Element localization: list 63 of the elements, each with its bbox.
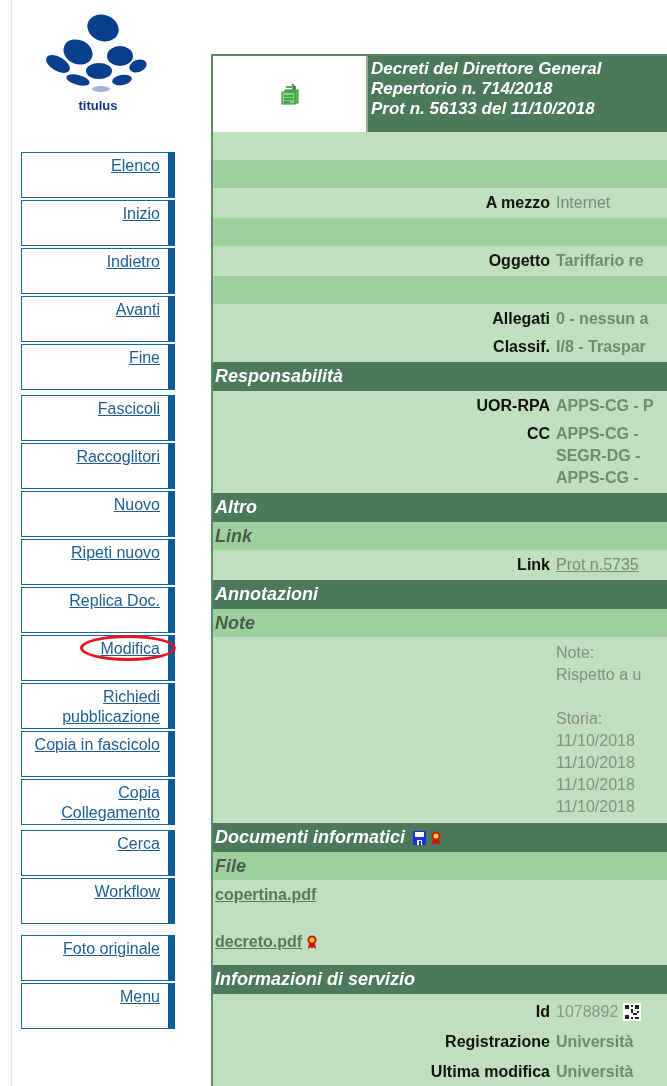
subsection-title: Note — [213, 609, 667, 637]
menu-link[interactable]: Replica Doc. — [21, 587, 175, 633]
menu-link[interactable]: Nuovo — [21, 491, 175, 537]
section-title: Responsabilità — [215, 365, 344, 388]
document-icon — [279, 83, 300, 105]
note-line: 11/10/2018 — [556, 731, 636, 751]
menu-link[interactable]: Modifica — [21, 635, 175, 681]
field-value: 0 - nessun a — [556, 309, 649, 329]
field-label: Oggetto — [487, 251, 550, 271]
field-label: Id — [534, 1002, 550, 1022]
menu-link[interactable]: Foto originale — [21, 935, 175, 981]
menu-link[interactable]: Menu — [21, 983, 175, 1029]
subsection-title: File — [213, 852, 667, 880]
field-label: Ultima modifica — [429, 1062, 550, 1082]
field-label: Allegati — [491, 309, 550, 329]
menu-link[interactable]: Workflow — [21, 878, 175, 924]
field-label: Registrazione — [444, 1032, 550, 1052]
section-title: Informazioni di servizio — [215, 968, 416, 991]
menu-link[interactable]: Inizio — [21, 200, 175, 246]
save-icon[interactable] — [413, 830, 427, 845]
subsection-title: Link — [213, 522, 667, 550]
menu-link[interactable]: Elenco — [21, 152, 175, 198]
menu-link[interactable]: Ripeti nuovo — [21, 539, 175, 585]
note-line: 11/10/2018 — [556, 753, 636, 773]
field-value: Università — [555, 1032, 634, 1052]
field-value: I/8 - Traspar — [556, 337, 646, 357]
field-value: SEGR-DG - — [556, 446, 641, 466]
menu-link[interactable]: Fine — [21, 344, 175, 390]
field-value: APPS-CG - — [556, 424, 640, 444]
menu-link[interactable]: Copia Collegamento — [21, 779, 175, 825]
record-title-line: Decreti del Direttore General — [371, 59, 602, 79]
record-title-line: Prot n. 56133 del 11/10/2018 — [371, 99, 596, 119]
field-label: Link — [516, 555, 550, 575]
logo-text: titulus — [78, 98, 118, 113]
field-value: Università — [555, 1062, 634, 1082]
note-line: 11/10/2018 — [556, 775, 636, 795]
section-title: Documenti informatici — [215, 826, 406, 849]
menu-link[interactable]: Indietro — [21, 248, 175, 294]
note-line: Note: — [556, 643, 596, 663]
record-title-line: Repertorio n. 714/2018 — [371, 79, 554, 99]
field-label: UOR-RPA — [475, 396, 550, 416]
file-link[interactable]: copertina.pdf — [215, 884, 317, 906]
menu-link[interactable]: Fascicoli — [21, 395, 175, 441]
menu-link[interactable]: Raccoglitori — [21, 443, 175, 489]
note-line: Storia: — [556, 709, 604, 729]
section-title: Annotazioni — [215, 583, 318, 606]
note-line: Rispetto a u — [556, 665, 643, 685]
field-value: Tariffario re — [556, 251, 644, 271]
field-value: APPS-CG - P — [556, 396, 654, 416]
section-title: Altro — [215, 496, 257, 519]
field-value: Internet — [556, 193, 611, 213]
field-value: 1078892 — [555, 1002, 619, 1022]
menu-link[interactable]: Copia in fascicolo — [21, 731, 175, 777]
field-label: CC — [525, 424, 550, 444]
field-label: Classif. — [492, 337, 550, 357]
note-line: 11/10/2018 — [556, 797, 636, 817]
file-link[interactable]: decreto.pdf — [215, 931, 303, 953]
field-label: A mezzo — [484, 193, 550, 213]
menu-link[interactable]: Cerca — [21, 830, 175, 876]
menu-link[interactable]: Avanti — [21, 296, 175, 342]
seal-icon — [431, 829, 442, 846]
menu-link[interactable]: Richiedi pubblicazione — [21, 683, 175, 729]
field-value: APPS-CG - — [556, 468, 640, 488]
